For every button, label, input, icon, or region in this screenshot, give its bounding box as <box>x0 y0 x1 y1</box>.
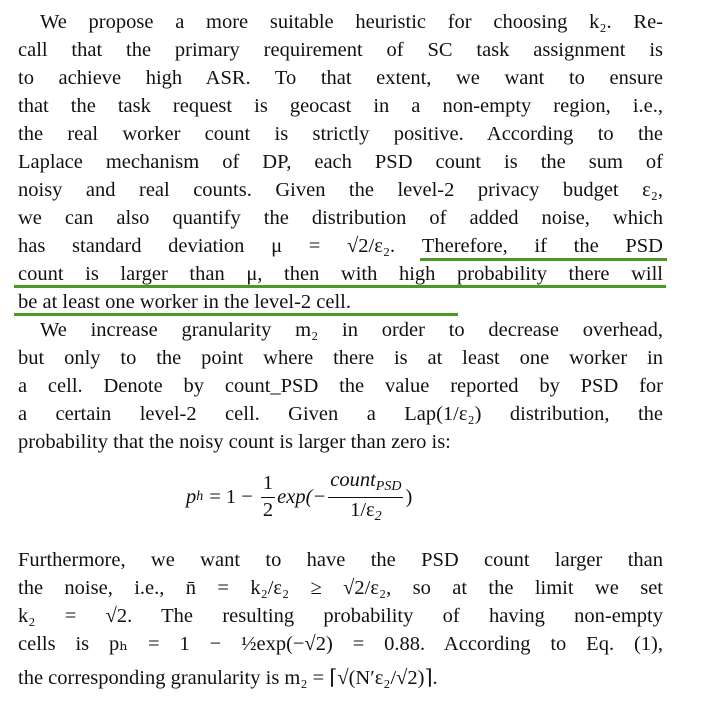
eq-equals: = 1 − <box>209 485 253 508</box>
text-line: a certain level-2 cell. Given a Lap(1/ε₂… <box>18 403 663 425</box>
text-line: count is larger than μ, then with high p… <box>18 263 663 285</box>
half-fraction: 1 2 <box>260 472 276 522</box>
count-fraction: countPSD 1/ε2 <box>328 469 404 525</box>
text-line: Furthermore, we want to have the PSD cou… <box>18 549 663 571</box>
text-line: noisy and real counts. Given the level-2… <box>18 179 663 201</box>
paragraph-furthermore: Furthermore, we want to have the PSD cou… <box>18 546 663 692</box>
text-line: the real worker count is strictly positi… <box>18 123 663 145</box>
highlighted-sentence: has standard deviation μ = √2/ε₂. Theref… <box>14 232 667 316</box>
highlight-underline <box>420 258 667 261</box>
highlight-underline <box>14 285 666 288</box>
paragraph-heuristic: We propose a more suitable heuristic for… <box>14 8 667 316</box>
eq-lhs: p <box>186 485 197 508</box>
highlight-underline <box>14 313 458 316</box>
text-line: that the task request is geocast in a no… <box>18 95 663 117</box>
eq-lhs-sub: h <box>196 489 204 505</box>
text-line: k₂ = √2. The resulting probability of ha… <box>18 605 663 627</box>
text-line: Laplace mechanism of DP, each PSD count … <box>18 151 663 173</box>
paper-page: We propose a more suitable heuristic for… <box>14 8 667 692</box>
eq-exp-open: exp(− <box>277 485 327 508</box>
text-line: a cell. Denote by count_PSD the value re… <box>18 375 663 397</box>
text-line: has standard deviation μ = √2/ε₂. Theref… <box>18 235 663 257</box>
text-line: to achieve high ASR. To that extent, we … <box>18 67 663 89</box>
text-line: call that the primary requirement of SC … <box>18 39 663 61</box>
eq-exp-close: ) <box>405 485 413 508</box>
text-line: probability that the noisy count is larg… <box>18 431 451 453</box>
text-line: we can also quantify the distribution of… <box>18 207 663 229</box>
text-line: but only to the point where there is at … <box>18 347 663 369</box>
text-line: We propose a more suitable heuristic for… <box>40 11 663 33</box>
equation-ph: ph = 1 − 1 2 exp(− countPSD 1/ε2 ) <box>18 462 663 540</box>
text-line: the corresponding granularity is m₂ = ⌈√… <box>18 667 438 689</box>
paragraph-granularity: We increase granularity m₂ in order to d… <box>18 316 663 456</box>
text-line: We increase granularity m₂ in order to d… <box>40 319 663 341</box>
text-line: cells is pₕ = 1 − ½exp(−√2) = 0.88. Acco… <box>18 633 663 655</box>
text-line: be at least one worker in the level-2 ce… <box>18 291 351 313</box>
text-line: the noise, i.e., n̄ = k₂/ε₂ ≥ √2/ε₂, so … <box>18 577 663 599</box>
